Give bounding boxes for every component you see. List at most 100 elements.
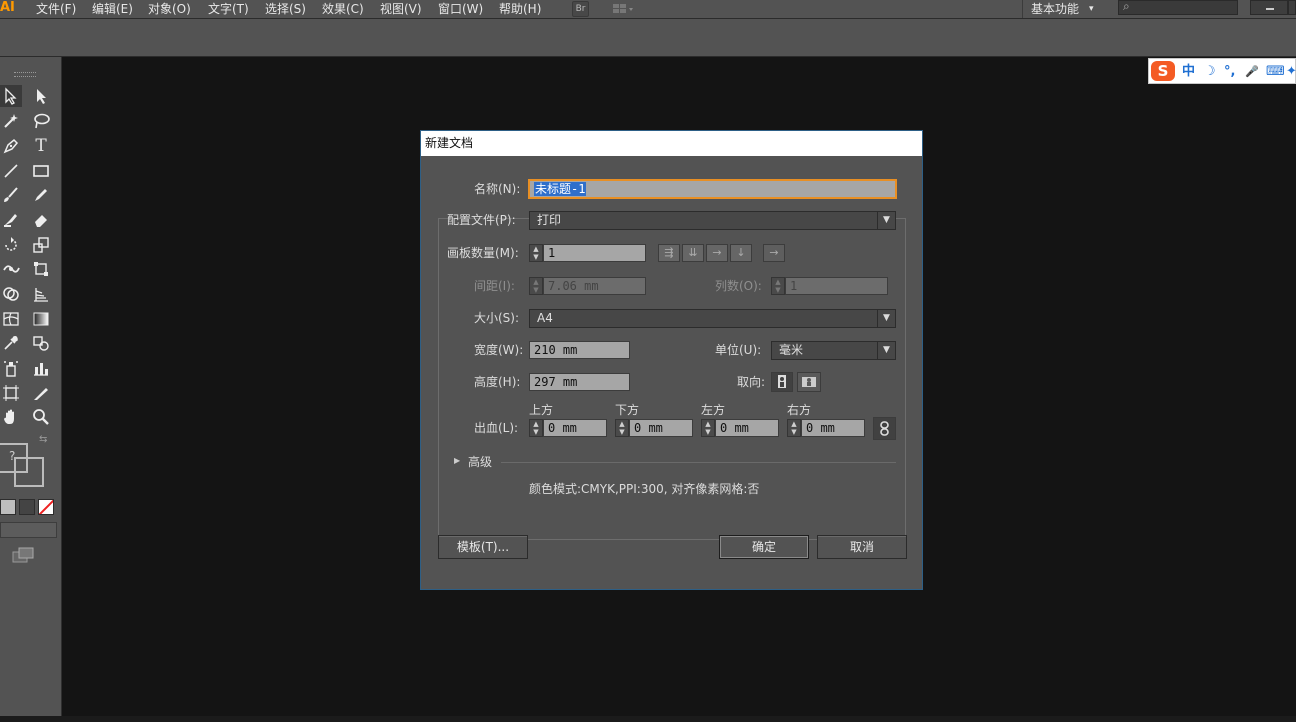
bleed-label: 出血(L): [474,421,519,435]
units-dropdown[interactable]: 毫米 ▼ [771,341,896,360]
stroke-swatch[interactable] [14,457,44,487]
fill-stroke-swatches[interactable]: ? ⇆ [0,434,60,489]
perspective-grid-tool-icon[interactable] [30,283,52,305]
advanced-toggle[interactable]: 高级 [468,453,492,471]
name-label: 名称(N): [474,182,521,196]
screen-mode-icon[interactable] [12,547,34,563]
free-transform-tool-icon[interactable] [30,258,52,280]
name-field[interactable]: 未标题-1 [529,180,896,198]
templates-button[interactable]: 模板(T)... [438,535,528,559]
bleed-right-field[interactable]: 0 mm [801,419,865,437]
paintbrush-tool-icon[interactable] [0,184,22,206]
moon-icon[interactable]: ☽ [1204,62,1216,82]
shape-builder-tool-icon[interactable] [0,283,22,305]
dialog-body: 名称(N): 未标题-1 配置文件(P): 打印 ▼ 画板数量(M): ▲ ▼ 1… [421,156,922,589]
column-graph-tool-icon[interactable] [30,357,52,379]
profile-dropdown[interactable]: 打印 ▼ [529,211,896,230]
draw-modes-bar[interactable] [0,522,57,538]
skin-icon[interactable]: ✦ [1286,62,1296,82]
swap-colors-icon[interactable]: ⇆ [39,434,47,445]
bleed-left-stepper[interactable]: ▲ ▼ [701,419,715,437]
ime-chinese-mode[interactable]: 中 [1182,62,1195,82]
magic-wand-tool-icon[interactable] [0,110,22,132]
eraser-tool-icon[interactable] [30,209,52,231]
columns-stepper[interactable]: ▲ ▼ [771,277,785,295]
color-mode-button[interactable] [0,499,16,515]
keyboard-icon[interactable]: ⌨ [1266,62,1285,82]
hand-tool-icon[interactable] [0,406,22,428]
symbol-sprayer-tool-icon[interactable] [0,357,22,379]
arrange-documents-icon[interactable] [611,1,637,17]
chevron-down-icon: ▼ [877,342,895,359]
sogou-logo-icon[interactable]: S [1151,61,1175,81]
app-logo: AI [0,0,15,15]
bleed-bottom-field[interactable]: 0 mm [629,419,693,437]
bleed-top-field[interactable]: 0 mm [543,419,607,437]
height-field[interactable]: 297 mm [529,373,630,391]
size-dropdown[interactable]: A4 ▼ [529,309,896,328]
rotate-tool-icon[interactable] [0,234,22,256]
menu-edit[interactable]: 编辑(E) [92,0,133,18]
grid-by-column-icon[interactable]: ⇊ [682,244,704,262]
none-mode-button[interactable] [38,499,54,515]
slice-tool-icon[interactable] [30,382,52,404]
maximize-button[interactable] [1288,0,1296,15]
artboards-field[interactable]: 1 [543,244,646,262]
grid-by-row-icon[interactable]: ⇶ [658,244,680,262]
ok-button[interactable]: 确定 [719,535,809,559]
lasso-tool-icon[interactable] [30,110,52,132]
chain-link-icon[interactable] [873,417,896,440]
artboard-tool-icon[interactable] [0,382,22,404]
columns-field[interactable]: 1 [785,277,888,295]
zoom-tool-icon[interactable] [30,406,52,428]
scale-tool-icon[interactable] [30,234,52,256]
menu-help[interactable]: 帮助(H) [499,0,541,18]
bleed-left-field[interactable]: 0 mm [715,419,779,437]
blend-tool-icon[interactable] [30,332,52,354]
disclosure-triangle-icon[interactable]: ▶ [454,456,460,465]
search-input[interactable]: ⌕ [1118,0,1238,15]
right-to-left-layout-icon[interactable]: → [763,244,785,262]
mesh-tool-icon[interactable] [0,308,22,330]
microphone-icon[interactable]: 🎤 [1245,62,1259,82]
workspace-switcher[interactable]: 基本功能 ▾ [1022,0,1106,18]
line-tool-icon[interactable] [0,160,22,182]
artboards-stepper[interactable]: ▲ ▼ [529,244,543,262]
menu-object[interactable]: 对象(O) [148,0,191,18]
menu-view[interactable]: 视图(V) [380,0,422,18]
bridge-button[interactable]: Br [572,1,589,17]
arrange-by-column-icon[interactable]: ↓ [730,244,752,262]
spacing-field[interactable]: 7.06 mm [543,277,646,295]
bleed-right-stepper[interactable]: ▲ ▼ [787,419,801,437]
minimize-button[interactable] [1250,0,1288,15]
selection-tool-icon[interactable] [0,85,22,107]
punctuation-icon[interactable]: °, [1224,62,1235,82]
menu-file[interactable]: 文件(F) [36,0,76,18]
bleed-bottom-stepper[interactable]: ▲ ▼ [615,419,629,437]
spacing-stepper[interactable]: ▲ ▼ [529,277,543,295]
menu-select[interactable]: 选择(S) [265,0,306,18]
width-tool-icon[interactable] [0,258,22,280]
rectangle-tool-icon[interactable] [30,160,52,182]
landscape-orientation-icon[interactable] [797,372,821,392]
cancel-button[interactable]: 取消 [817,535,907,559]
tools-panel: T ? ⇆ [0,57,62,722]
menu-window[interactable]: 窗口(W) [438,0,483,18]
portrait-orientation-icon[interactable] [771,372,793,392]
gradient-tool-icon[interactable] [30,308,52,330]
dialog-titlebar[interactable]: 新建文档 [421,131,922,156]
pencil-tool-icon[interactable] [30,184,52,206]
menu-type[interactable]: 文字(T) [208,0,249,18]
bleed-top-stepper[interactable]: ▲ ▼ [529,419,543,437]
spacing-value: 7.06 mm [548,279,599,293]
type-tool-icon[interactable]: T [30,135,52,157]
gradient-mode-button[interactable] [19,499,35,515]
menu-effect[interactable]: 效果(C) [322,0,364,18]
blob-brush-tool-icon[interactable] [0,209,22,231]
eyedropper-tool-icon[interactable] [0,332,22,354]
arrange-by-row-icon[interactable]: → [706,244,728,262]
direct-selection-tool-icon[interactable] [30,85,52,107]
pen-tool-icon[interactable] [0,135,22,157]
width-field[interactable]: 210 mm [529,341,630,359]
panel-grip[interactable] [14,72,36,77]
